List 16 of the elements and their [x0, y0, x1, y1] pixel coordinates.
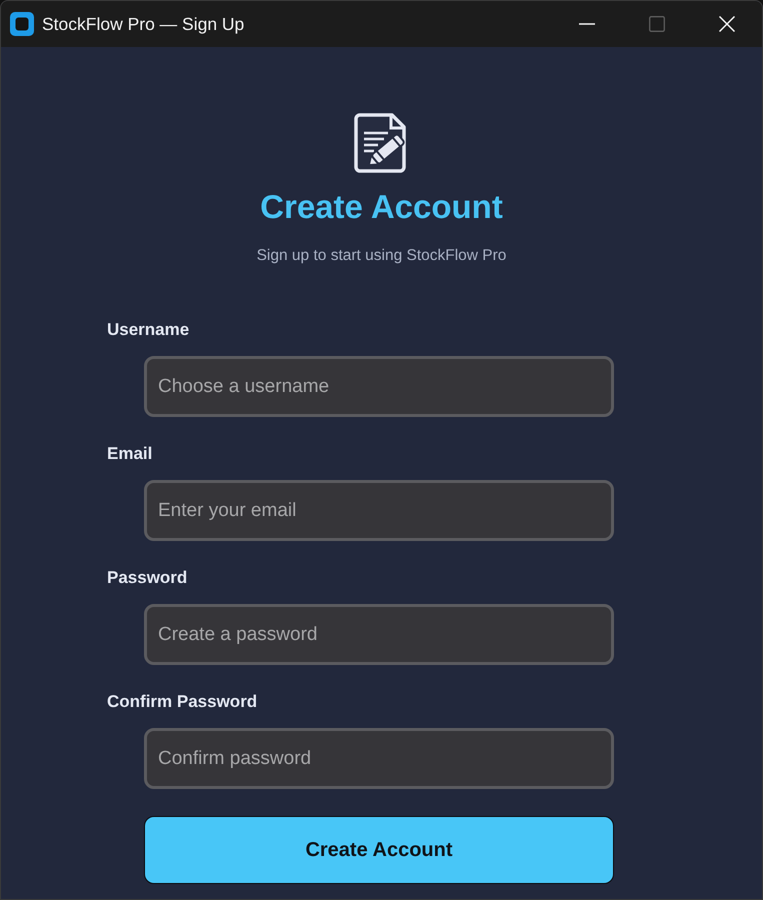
- field-label: Email: [107, 444, 152, 464]
- maximize-icon: [649, 16, 665, 32]
- field-label: Username: [107, 320, 190, 340]
- minimize-icon: [579, 23, 595, 25]
- page-heading: Create Account: [260, 187, 503, 227]
- close-icon: [719, 16, 735, 32]
- field-label: Confirm Password: [107, 692, 258, 712]
- input-field[interactable]: Confirm password: [144, 728, 614, 789]
- page-subtitle: Sign up to start using StockFlow Pro: [256, 246, 506, 266]
- input-field[interactable]: Create a password: [144, 604, 614, 665]
- window-title: StockFlow Pro — Sign Up: [42, 14, 244, 34]
- create-account-button[interactable]: Create Account: [144, 816, 614, 884]
- app-icon: [10, 12, 34, 36]
- field-label: Password: [107, 568, 188, 588]
- input-field[interactable]: Choose a username: [144, 356, 614, 417]
- input-field[interactable]: Enter your email: [144, 480, 614, 541]
